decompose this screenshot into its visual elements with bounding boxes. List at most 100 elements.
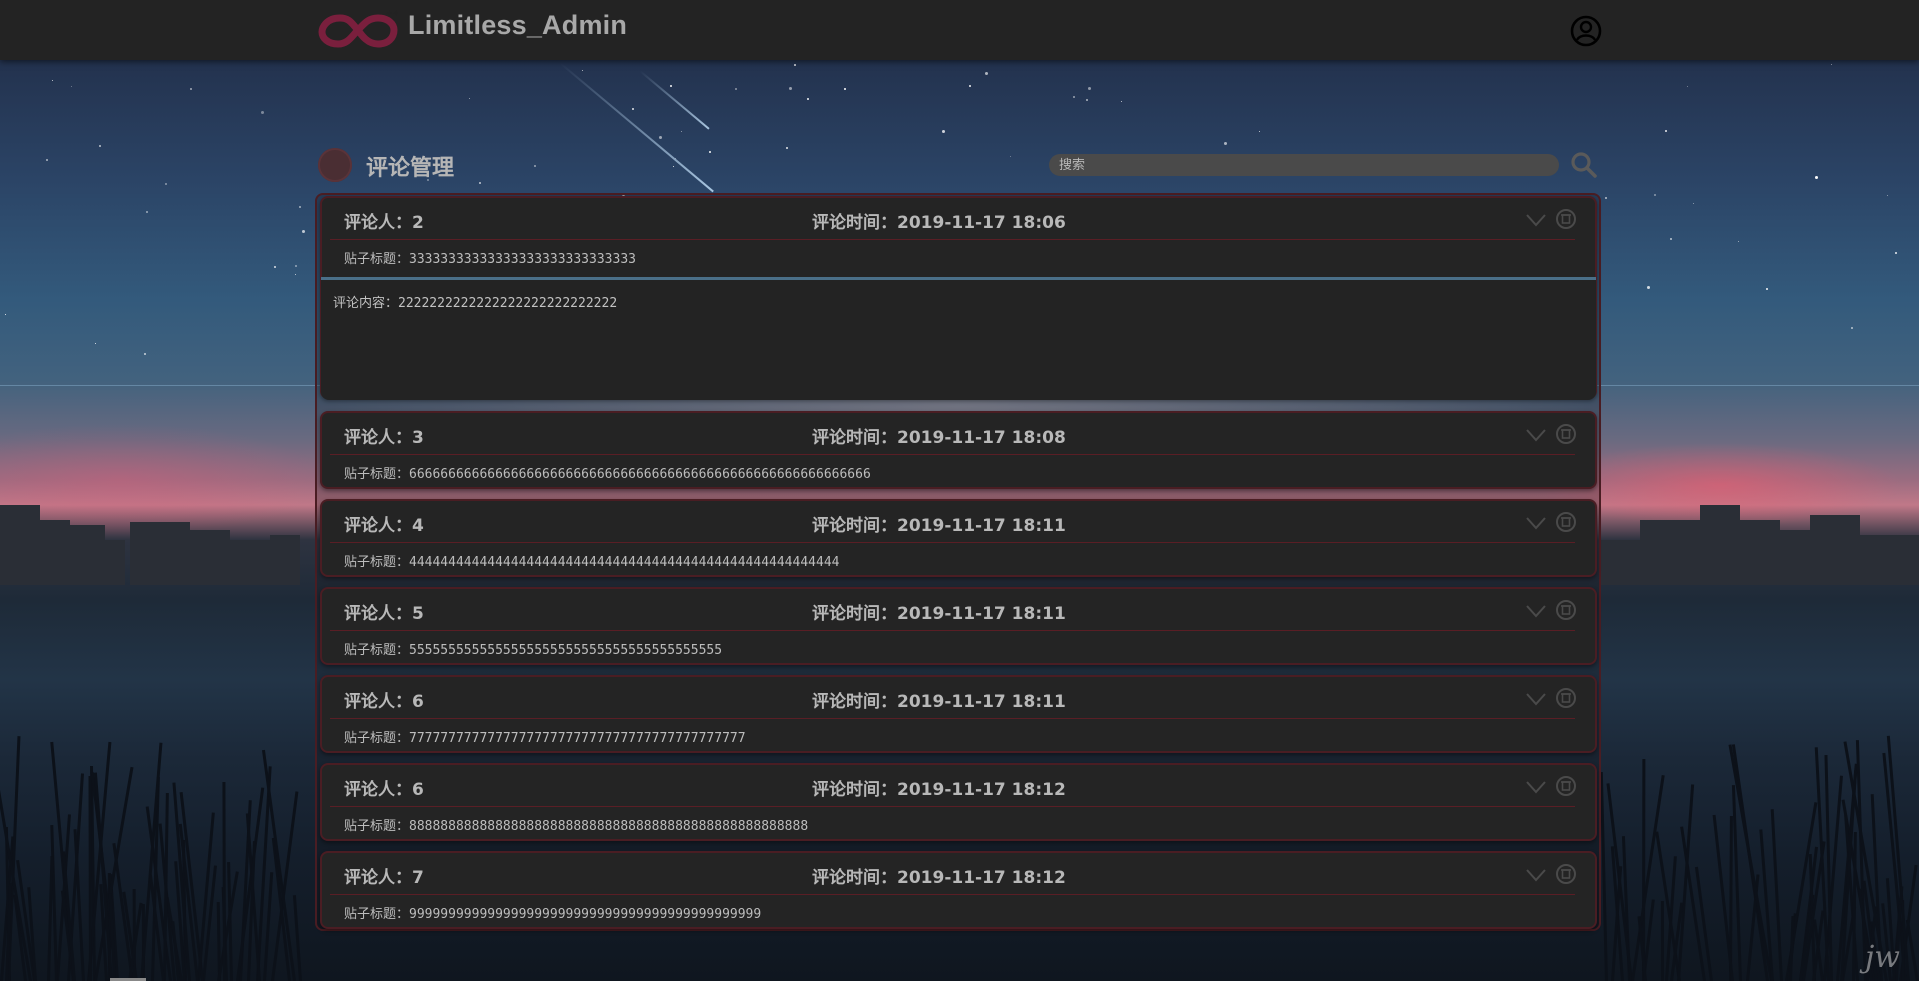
section-icon (318, 148, 352, 182)
chevron-down-icon[interactable] (1525, 515, 1547, 531)
star (1766, 288, 1768, 290)
comment-card[interactable]: 评论人：5 评论时间：2019-11-17 18:11 贴子标题：5555555… (320, 587, 1597, 665)
city-building (40, 520, 70, 585)
star (144, 353, 146, 355)
comment-card-header[interactable]: 评论人：7 评论时间：2019-11-17 18:12 贴子标题：9999999… (322, 853, 1595, 925)
star (1259, 131, 1260, 132)
delete-circle-icon[interactable] (1555, 863, 1577, 885)
star (794, 64, 796, 66)
comment-card[interactable]: 评论人：6 评论时间：2019-11-17 18:12 贴子标题：8888888… (320, 763, 1597, 841)
star (295, 274, 296, 275)
comment-card-header[interactable]: 评论人：2 评论时间：2019-11-17 18:06 贴子标题：3333333… (322, 198, 1595, 270)
star (1670, 238, 1672, 240)
chevron-down-icon[interactable] (1525, 603, 1547, 619)
comment-card-header[interactable]: 评论人：5 评论时间：2019-11-17 18:11 贴子标题：5555555… (322, 589, 1595, 661)
search-icon[interactable] (1570, 151, 1598, 179)
star (1693, 203, 1694, 204)
commenter: 评论人：6 (344, 780, 424, 800)
top-bar: ✦✦ Limitless_Admin (0, 0, 1919, 60)
star (1687, 86, 1688, 87)
star (99, 145, 101, 147)
star (1851, 327, 1853, 329)
delete-circle-icon[interactable] (1555, 687, 1577, 709)
star (1086, 99, 1088, 101)
divider (330, 454, 1575, 455)
svg-text:✦✦: ✦✦ (386, 9, 398, 18)
city-building (230, 540, 270, 585)
star (735, 88, 737, 90)
city-building (1740, 520, 1780, 585)
section-header: 评论管理 (318, 148, 1601, 184)
watermark: jw (1865, 940, 1900, 975)
comment-card-header[interactable]: 评论人：6 评论时间：2019-11-17 18:12 贴子标题：8888888… (322, 765, 1595, 837)
user-circle-icon[interactable] (1569, 14, 1603, 48)
delete-circle-icon[interactable] (1555, 511, 1577, 533)
star (274, 266, 276, 268)
reed (222, 781, 226, 981)
commenter: 评论人：5 (344, 604, 424, 624)
star (71, 86, 72, 87)
comment-time: 评论时间：2019-11-17 18:08 (812, 428, 1066, 448)
chevron-down-icon[interactable] (1525, 867, 1547, 883)
commenter: 评论人：7 (344, 868, 424, 888)
delete-circle-icon[interactable] (1555, 775, 1577, 797)
comment-card[interactable]: 评论人：4 评论时间：2019-11-17 18:11 贴子标题：4444444… (320, 499, 1597, 577)
comment-card[interactable]: 评论人：7 评论时间：2019-11-17 18:12 贴子标题：9999999… (320, 851, 1597, 929)
comment-card-header[interactable]: 评论人：6 评论时间：2019-11-17 18:11 贴子标题：7777777… (322, 677, 1595, 749)
reed (88, 775, 92, 981)
star (146, 211, 148, 213)
post-title: 贴子标题：77777777777777777777777777777777777… (344, 731, 746, 746)
star (299, 206, 301, 208)
comment-card[interactable]: 评论人：3 评论时间：2019-11-17 18:08 贴子标题：6666666… (320, 411, 1597, 489)
city-building (270, 535, 300, 585)
star (1647, 286, 1650, 289)
star (295, 265, 297, 267)
chevron-down-icon[interactable] (1525, 779, 1547, 795)
chevron-down-icon[interactable] (1525, 691, 1547, 707)
reed (73, 829, 85, 981)
comment-time: 评论时间：2019-11-17 18:11 (812, 692, 1066, 712)
star (632, 108, 634, 110)
star (1654, 194, 1656, 196)
star (969, 85, 971, 87)
comment-card[interactable]: 评论人：2 评论时间：2019-11-17 18:06 贴子标题：3333333… (320, 196, 1597, 400)
city-building (1860, 535, 1919, 585)
delete-circle-icon[interactable] (1555, 599, 1577, 621)
star (1073, 96, 1075, 98)
star (1831, 64, 1832, 65)
post-title: 贴子标题：66666666666666666666666666666666666… (344, 467, 871, 482)
city-building (1780, 530, 1810, 585)
chevron-down-icon[interactable] (1525, 212, 1547, 228)
star (52, 80, 53, 81)
star (5, 314, 6, 315)
search-input[interactable] (1049, 154, 1559, 176)
star (165, 183, 167, 185)
chevron-down-icon[interactable] (1525, 427, 1547, 443)
delete-circle-icon[interactable] (1555, 208, 1577, 230)
star (1895, 252, 1897, 254)
post-title: 贴子标题：44444444444444444444444444444444444… (344, 555, 840, 570)
star (942, 130, 945, 133)
comment-time: 评论时间：2019-11-17 18:11 (812, 604, 1066, 624)
comment-card-header[interactable]: 评论人：3 评论时间：2019-11-17 18:08 贴子标题：6666666… (322, 413, 1595, 485)
star (1224, 142, 1227, 145)
post-title: 贴子标题：99999999999999999999999999999999999… (344, 907, 762, 922)
reed (263, 872, 274, 981)
comment-card-header[interactable]: 评论人：4 评论时间：2019-11-17 18:11 贴子标题：4444444… (322, 501, 1595, 573)
city-building (1700, 505, 1740, 585)
comment-time: 评论时间：2019-11-17 18:12 (812, 868, 1066, 888)
star (844, 88, 846, 90)
divider (330, 239, 1575, 240)
reed (1599, 772, 1608, 981)
city-building (1600, 540, 1640, 585)
city-building (1810, 515, 1860, 585)
divider (330, 806, 1575, 807)
star (1605, 197, 1607, 199)
commenter: 评论人：6 (344, 692, 424, 712)
comment-time: 评论时间：2019-11-17 18:12 (812, 780, 1066, 800)
divider (330, 630, 1575, 631)
star (261, 111, 264, 114)
delete-circle-icon[interactable] (1555, 423, 1577, 445)
star (190, 88, 192, 90)
comment-card[interactable]: 评论人：6 评论时间：2019-11-17 18:11 贴子标题：7777777… (320, 675, 1597, 753)
